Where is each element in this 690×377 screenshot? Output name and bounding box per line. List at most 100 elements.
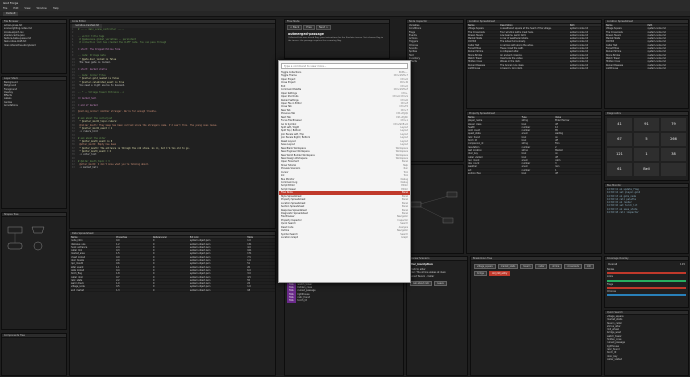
breakdown-chip[interactable]: crossroads bbox=[564, 264, 582, 269]
cell: gate_locked bbox=[71, 268, 85, 272]
cell: enum bbox=[521, 158, 528, 162]
mini-graph-node[interactable] bbox=[410, 201, 422, 208]
property-row[interactable]: ending_flag bool off bbox=[467, 172, 601, 176]
layer-item[interactable]: Annotations bbox=[2, 104, 66, 107]
cell: system.node.md bbox=[569, 53, 589, 56]
breakdown-chip[interactable]: bridge bbox=[474, 271, 488, 276]
cell: Trees crowd the path. bbox=[500, 47, 524, 50]
cell: 55 bbox=[247, 278, 251, 282]
column-header[interactable]: Path bbox=[569, 24, 601, 26]
cell: 0 bbox=[152, 285, 155, 288]
cell: Stone Bridge bbox=[468, 53, 483, 56]
cell: cellar_door bbox=[71, 275, 84, 278]
location-row[interactable]: Lighthouse A beacon, long dark. system.nod… bbox=[467, 67, 601, 71]
cell: ward_check bbox=[71, 282, 84, 285]
shape-circle[interactable] bbox=[33, 241, 43, 251]
cell: Watch Tower bbox=[606, 56, 620, 60]
column-header[interactable]: Name bbox=[467, 116, 521, 118]
cell: 1.1 bbox=[116, 265, 120, 268]
tag-row[interactable]: TAG torch_lit bbox=[285, 299, 403, 303]
column-header[interactable]: Name bbox=[605, 24, 647, 26]
cell: system.object.json bbox=[189, 272, 211, 275]
code-text: -> altar_hint bbox=[78, 153, 97, 157]
code-text: @ceiling_cellar: Another stranger. We're… bbox=[78, 110, 158, 114]
cell: relic_found bbox=[468, 135, 480, 139]
cell: system.object.json bbox=[189, 268, 211, 272]
column-header[interactable]: Path bbox=[647, 24, 689, 26]
breakdown-chip[interactable]: market_stalls bbox=[497, 264, 519, 269]
flow-nav-button[interactable]: Next > bbox=[315, 25, 332, 30]
stat-tile: 38 bbox=[661, 148, 686, 161]
code-area[interactable]: 1 # ----- main_scene_controller ----- 2 3 --… bbox=[70, 28, 275, 170]
mini-graph-node[interactable] bbox=[446, 191, 458, 198]
column-header[interactable]: Properties bbox=[115, 236, 152, 238]
cell: health bbox=[468, 125, 475, 129]
cell: Market bbox=[555, 148, 563, 152]
column-header[interactable]: Description bbox=[499, 24, 569, 26]
cell: A row of weathered stalls. bbox=[500, 37, 529, 40]
breakdown-chip[interactable]: village_square bbox=[474, 264, 496, 269]
cell: 85 bbox=[555, 129, 558, 132]
cell: 0 bbox=[152, 268, 155, 272]
shape-rect[interactable] bbox=[7, 226, 23, 234]
column-header[interactable]: Type bbox=[521, 116, 555, 118]
breakdown-chip[interactable]: old_mill_entry bbox=[489, 271, 511, 276]
breakdown-chip[interactable]: mill bbox=[583, 264, 594, 269]
cell: 0 bbox=[152, 239, 155, 242]
inspector-item[interactable]: Effects bbox=[407, 60, 463, 63]
cell: Forest Edge bbox=[606, 47, 619, 50]
breakdown-chip[interactable]: tavern bbox=[520, 264, 534, 269]
cell: 4.5 bbox=[247, 275, 251, 278]
cell: waiting bbox=[555, 132, 564, 135]
cell: Hidden Cove bbox=[468, 60, 482, 63]
shapes-tree-panel: Shapes Tree bbox=[1, 212, 67, 330]
cell: 131 bbox=[247, 242, 252, 245]
location-spreadsheet-panel: Location Spreadsheet Name Description Path… bbox=[466, 19, 602, 109]
column-header[interactable]: Ext Link bbox=[189, 236, 246, 238]
cell: 3 bbox=[555, 162, 557, 165]
cell: Forest Edge bbox=[468, 47, 481, 50]
breakdown-chip[interactable]: cellar bbox=[535, 264, 548, 269]
cell: 1.2 bbox=[116, 242, 120, 245]
bus-monitor-panel: Bus Monitor 14:02:11 ok update_flag 14:02… bbox=[604, 183, 689, 254]
cell: system.object.json bbox=[189, 255, 211, 259]
palette-command[interactable]: Location Graph Graph bbox=[279, 236, 410, 239]
cell: 1.0 bbox=[247, 285, 251, 288]
column-header[interactable]: Name bbox=[467, 24, 499, 26]
inspector-graph-panel bbox=[406, 164, 464, 254]
panel-title: Components Tree bbox=[2, 334, 66, 338]
preview-choice-button[interactable]: Ask about relic bbox=[410, 280, 433, 286]
cell: rain bbox=[555, 165, 560, 168]
palette-search-input[interactable]: Type a command to view more... bbox=[281, 63, 408, 69]
data-grid-row[interactable]: end_market 1.3 0 system.object.json 18 bbox=[70, 288, 275, 293]
cell: The tunnel runs deep. bbox=[500, 63, 525, 66]
cell: system.node.md bbox=[647, 43, 666, 47]
code-text: = start: The Dropped Hollow Tale bbox=[78, 47, 121, 51]
cell: number bbox=[521, 125, 531, 129]
data-spreadsheet-panel: Data Spreadsheet Name Properties Reference… bbox=[69, 231, 276, 376]
preview-choice-button[interactable]: Leave bbox=[434, 280, 447, 286]
shape-trapezoid[interactable] bbox=[31, 226, 45, 234]
right-table-row[interactable]: Lighthouse system.node.md bbox=[605, 67, 688, 71]
mini-graph-node[interactable] bbox=[442, 217, 454, 224]
stat-tile: 41 bbox=[607, 118, 632, 131]
cell: on bbox=[555, 135, 558, 139]
flow-nav-button[interactable]: Prev bbox=[303, 25, 315, 30]
shape-rounded[interactable] bbox=[7, 242, 23, 250]
coverage-bar bbox=[607, 272, 686, 275]
cell: number bbox=[521, 168, 531, 172]
column-header[interactable]: Reference(s) bbox=[152, 236, 189, 238]
quick-search-result[interactable]: cellar_visited bbox=[605, 358, 688, 361]
cell: enum bbox=[521, 165, 528, 168]
flow-nav-button[interactable]: < Back bbox=[287, 25, 303, 30]
column-header[interactable]: Value bbox=[554, 116, 601, 118]
breakdown-chip[interactable]: shrine bbox=[549, 264, 563, 269]
file-item[interactable]: misc-interactive-storyboard bbox=[2, 44, 66, 47]
cell: 0 bbox=[152, 282, 155, 285]
workspace-tab[interactable]: Default bbox=[3, 12, 19, 16]
column-header[interactable]: Table bbox=[246, 236, 275, 238]
cell: 1.3 bbox=[116, 288, 120, 292]
column-header[interactable]: Name bbox=[70, 236, 115, 238]
cell: 2.4 bbox=[116, 245, 120, 249]
cell: 1.5 bbox=[116, 252, 120, 255]
